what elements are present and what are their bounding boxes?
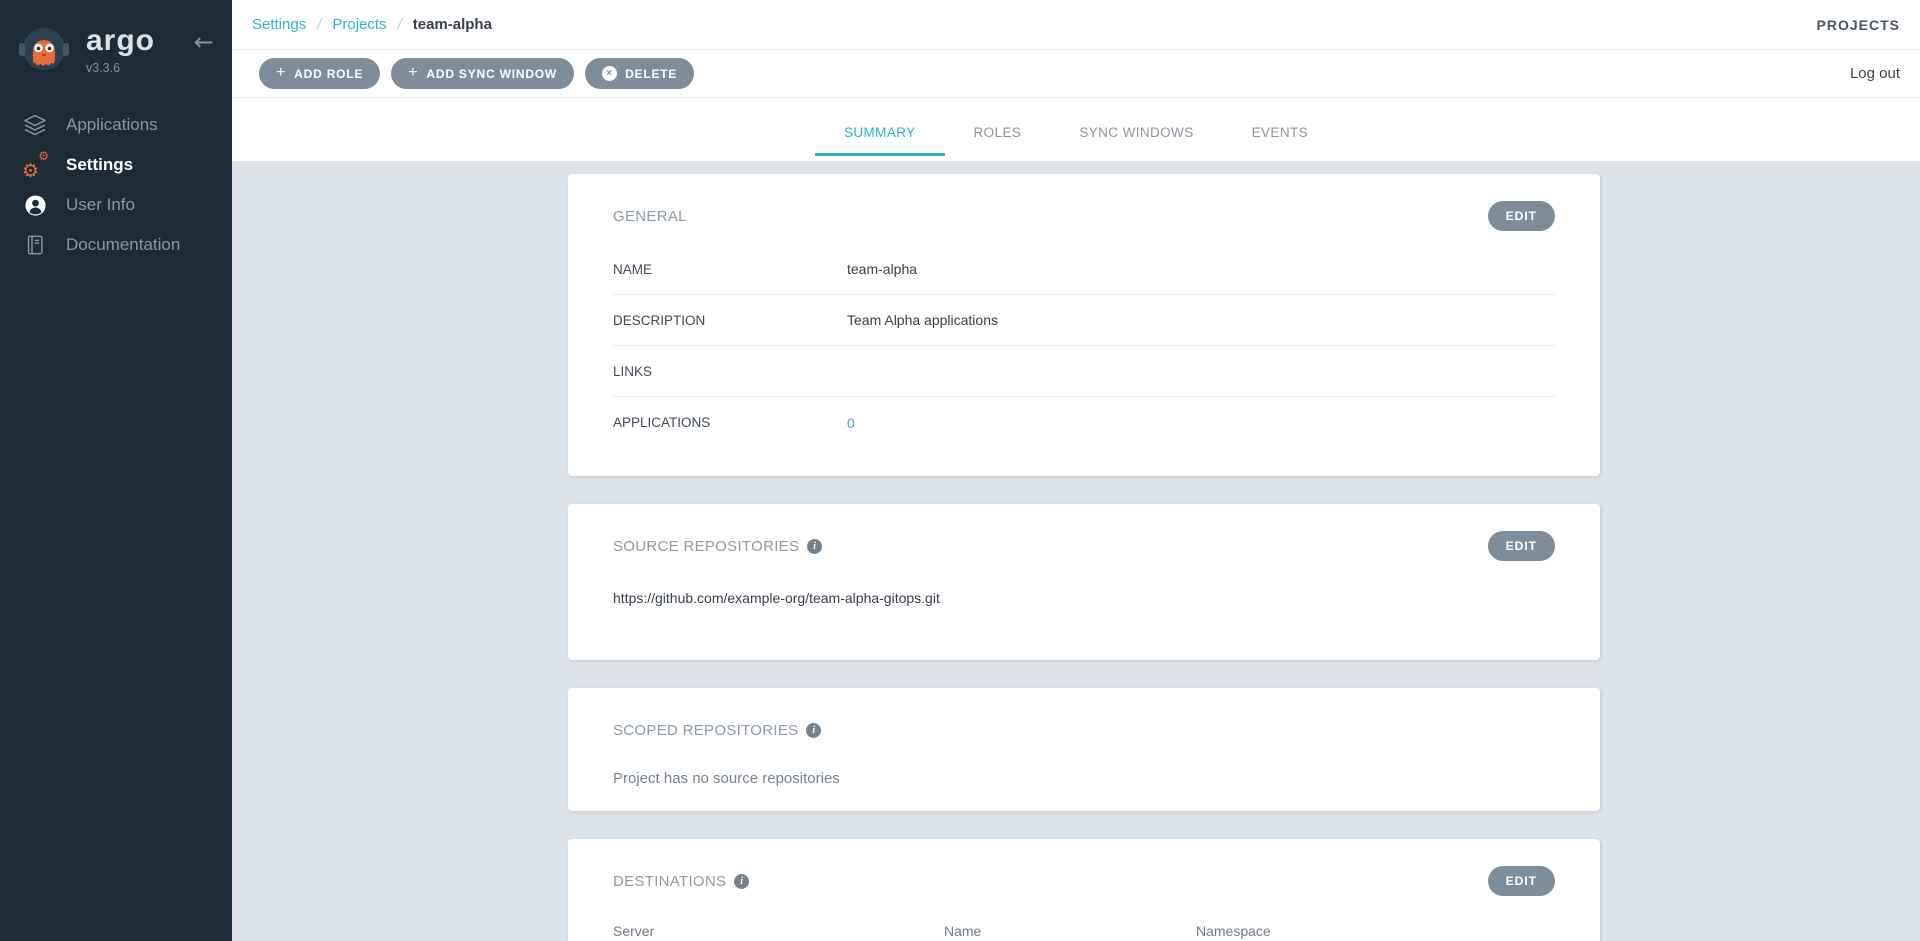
top-bar: Settings / Projects / team-alpha PROJECT… [232, 0, 1920, 50]
destinations-title-text: DESTINATIONS [613, 873, 726, 890]
destinations-table-header: Server Name Namespace [613, 923, 1555, 939]
field-row-links: LINKS [613, 346, 1555, 397]
book-icon [22, 234, 48, 256]
field-row-name: NAME team-alpha [613, 244, 1555, 295]
breadcrumb-current-project: team-alpha [413, 16, 492, 33]
page-title: PROJECTS [1817, 17, 1900, 33]
scoped-repositories-title-text: SCOPED REPOSITORIES [613, 722, 798, 739]
applications-count-link[interactable]: 0 [847, 415, 855, 431]
field-value: team-alpha [847, 261, 917, 277]
user-icon [22, 194, 48, 217]
field-label: APPLICATIONS [613, 415, 847, 430]
sidebar-item-applications[interactable]: Applications [0, 105, 232, 145]
scoped-repositories-empty-text: Project has no source repositories [613, 770, 1555, 811]
add-role-label: ADD ROLE [294, 67, 363, 81]
toolbar-buttons: + ADD ROLE + ADD SYNC WINDOW × DELETE [259, 58, 694, 89]
destinations-card-header: DESTINATIONS i EDIT [613, 839, 1555, 899]
plus-icon: + [276, 65, 286, 81]
gear-icon: ⚙ ⚙ [22, 152, 48, 178]
info-icon: i [806, 723, 821, 738]
scoped-repositories-card-title: SCOPED REPOSITORIES i [613, 722, 821, 739]
add-role-button[interactable]: + ADD ROLE [259, 58, 380, 89]
tab-summary[interactable]: SUMMARY [815, 125, 945, 156]
sidebar-item-label: Applications [66, 115, 158, 135]
source-repositories-edit-button[interactable]: EDIT [1488, 531, 1555, 561]
app-version: v3.3.6 [86, 61, 155, 75]
source-repositories-card-title: SOURCE REPOSITORIES i [613, 538, 822, 555]
general-edit-button[interactable]: EDIT [1488, 201, 1555, 231]
x-circle-icon: × [602, 66, 617, 81]
source-repositories-card: SOURCE REPOSITORIES i EDIT https://githu… [568, 504, 1600, 660]
destinations-column-namespace: Namespace [1196, 923, 1555, 939]
tab-bar: SUMMARY ROLES SYNC WINDOWS EVENTS [232, 98, 1920, 161]
field-value: Team Alpha applications [847, 312, 998, 328]
general-fields: NAME team-alpha DESCRIPTION Team Alpha a… [613, 244, 1555, 476]
sidebar-item-label: Documentation [66, 235, 180, 255]
general-card-header: GENERAL EDIT [613, 174, 1555, 234]
logo-text: argo v3.3.6 [86, 22, 155, 75]
general-card: GENERAL EDIT NAME team-alpha DESCRIPTION… [568, 174, 1600, 476]
breadcrumb-separator: / [317, 16, 321, 33]
sidebar-nav: Applications ⚙ ⚙ Settings User Info [0, 105, 232, 265]
general-card-title: GENERAL [613, 208, 687, 225]
breadcrumb: Settings / Projects / team-alpha [252, 16, 492, 33]
destinations-column-name: Name [944, 923, 1196, 939]
sidebar-item-user-info[interactable]: User Info [0, 185, 232, 225]
field-label: NAME [613, 262, 847, 277]
add-sync-window-button[interactable]: + ADD SYNC WINDOW [391, 58, 574, 89]
destinations-card: DESTINATIONS i EDIT Server Name Namespac… [568, 839, 1600, 941]
destinations-card-title: DESTINATIONS i [613, 873, 749, 890]
breadcrumb-separator: / [398, 16, 402, 33]
toolbar: + ADD ROLE + ADD SYNC WINDOW × DELETE Lo… [232, 50, 1920, 98]
breadcrumb-projects-link[interactable]: Projects [332, 16, 386, 33]
destinations-column-server: Server [613, 923, 944, 939]
field-row-description: DESCRIPTION Team Alpha applications [613, 295, 1555, 346]
page-content: GENERAL EDIT NAME team-alpha DESCRIPTION… [232, 161, 1920, 941]
sidebar: argo v3.3.6 ← Applications ⚙ ⚙ Set [0, 0, 232, 941]
scoped-repositories-card-header: SCOPED REPOSITORIES i [613, 688, 1555, 748]
source-repositories-title-text: SOURCE REPOSITORIES [613, 538, 799, 555]
scoped-repositories-card: SCOPED REPOSITORIES i Project has no sou… [568, 688, 1600, 811]
info-icon: i [734, 874, 749, 889]
logo-block: argo v3.3.6 ← [0, 0, 232, 83]
argo-wordmark: argo [86, 26, 155, 56]
field-row-applications: APPLICATIONS 0 [613, 397, 1555, 448]
field-label: LINKS [613, 364, 847, 379]
delete-label: DELETE [625, 67, 677, 81]
tab-roles[interactable]: ROLES [945, 125, 1051, 156]
source-repository-url: https://github.com/example-org/team-alph… [613, 590, 1555, 660]
delete-button[interactable]: × DELETE [585, 58, 694, 89]
argo-octopus-logo-icon [16, 22, 72, 83]
logout-link[interactable]: Log out [1850, 65, 1900, 82]
sidebar-item-label: User Info [66, 195, 135, 215]
tab-sync-windows[interactable]: SYNC WINDOWS [1050, 125, 1222, 156]
destinations-edit-button[interactable]: EDIT [1488, 866, 1555, 896]
sidebar-item-documentation[interactable]: Documentation [0, 225, 232, 265]
plus-icon: + [408, 65, 418, 81]
field-label: DESCRIPTION [613, 313, 847, 328]
sidebar-item-settings[interactable]: ⚙ ⚙ Settings [0, 145, 232, 185]
main-area: Settings / Projects / team-alpha PROJECT… [232, 0, 1920, 941]
tab-events[interactable]: EVENTS [1223, 125, 1337, 156]
breadcrumb-settings-link[interactable]: Settings [252, 16, 306, 33]
layers-icon [22, 113, 48, 137]
sidebar-item-label: Settings [66, 155, 133, 175]
sidebar-collapse-arrow-icon[interactable]: ← [194, 30, 214, 54]
add-sync-window-label: ADD SYNC WINDOW [426, 67, 557, 81]
info-icon: i [807, 539, 822, 554]
source-repositories-card-header: SOURCE REPOSITORIES i EDIT [613, 504, 1555, 564]
